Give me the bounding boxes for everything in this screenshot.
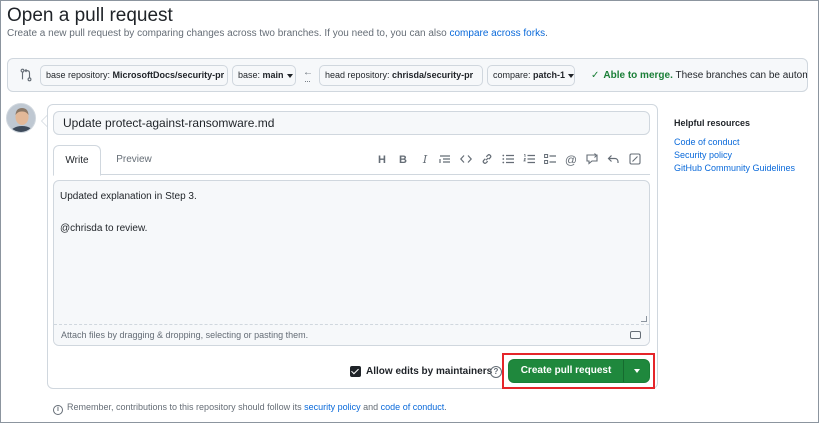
- chevron-down-icon[interactable]: [624, 360, 649, 382]
- base-repository-select[interactable]: base repository: MicrosoftDocs/security-…: [40, 65, 228, 86]
- head-repository-value: chrisda/security-pr: [392, 70, 474, 80]
- numbered-list-icon[interactable]: [521, 152, 537, 168]
- contribution-note-end: .: [444, 402, 447, 412]
- allow-edits-checkbox[interactable]: [350, 366, 361, 377]
- page-subtitle: Create a new pull request by comparing c…: [7, 28, 548, 39]
- create-pull-request-button[interactable]: Create pull request: [509, 360, 623, 382]
- quote-icon[interactable]: [437, 152, 453, 168]
- chevron-down-icon: [286, 73, 293, 78]
- helpful-resources-heading: Helpful resources: [674, 118, 751, 128]
- merge-status-ok: Able to merge.: [603, 70, 673, 81]
- allow-edits-label[interactable]: Allow edits by maintainers: [366, 365, 492, 379]
- reply-icon[interactable]: [605, 152, 621, 168]
- base-branch-label: base:: [238, 70, 263, 80]
- task-list-icon[interactable]: [542, 152, 558, 168]
- link-icon[interactable]: [479, 152, 495, 168]
- ellipsis-icon: ···: [304, 76, 311, 86]
- comment-body-editor[interactable]: Updated explanation in Step 3. @chrisda …: [53, 180, 650, 346]
- merge-status: ✓ Able to merge. These branches can be au…: [591, 70, 807, 81]
- branch-compare-bar: base repository: MicrosoftDocs/security-…: [7, 58, 808, 92]
- pr-title-input[interactable]: [53, 111, 650, 135]
- avatar[interactable]: [6, 103, 36, 133]
- comment-body-text[interactable]: Updated explanation in Step 3. @chrisda …: [60, 189, 197, 237]
- editor-tabs: Write Preview: [53, 145, 650, 176]
- head-repository-select[interactable]: head repository: chrisda/security-pr: [319, 65, 483, 86]
- subtitle-end: .: [545, 28, 548, 39]
- base-repository-label: base repository:: [46, 70, 113, 80]
- compare-branch-select[interactable]: compare: patch-1: [487, 65, 575, 86]
- resource-security-policy-link[interactable]: Security policy: [674, 149, 795, 162]
- create-pull-request-button-group: Create pull request: [508, 359, 650, 383]
- contribution-note: i Remember, contributions to this reposit…: [53, 402, 447, 415]
- italic-icon[interactable]: I: [417, 152, 433, 168]
- heading-icon[interactable]: H: [374, 152, 390, 168]
- code-of-conduct-link[interactable]: code of conduct: [381, 402, 445, 412]
- tab-divider: [53, 174, 650, 175]
- code-icon[interactable]: [458, 152, 474, 168]
- head-repository-label: head repository:: [325, 70, 393, 80]
- check-icon: ✓: [591, 70, 600, 81]
- compare-branch-value: patch-1: [533, 70, 566, 80]
- attach-files-text: Attach files by dragging & dropping, sel…: [61, 330, 309, 340]
- resize-handle[interactable]: [641, 316, 647, 322]
- tab-preview[interactable]: Preview: [109, 145, 159, 176]
- page-title: Open a pull request: [7, 5, 173, 26]
- bulleted-list-icon[interactable]: [500, 152, 516, 168]
- base-repository-value: MicrosoftDocs/security-pr: [112, 70, 225, 80]
- question-icon[interactable]: ?: [490, 366, 502, 378]
- compare-icon: [20, 68, 32, 82]
- tab-write[interactable]: Write: [53, 145, 101, 176]
- fullscreen-icon[interactable]: [627, 152, 643, 168]
- subtitle-text: Create a new pull request by comparing c…: [7, 28, 450, 39]
- base-branch-value: main: [262, 70, 284, 80]
- compare-branch-label: compare:: [493, 70, 534, 80]
- resource-community-guidelines-link[interactable]: GitHub Community Guidelines: [674, 162, 795, 175]
- info-icon: i: [53, 405, 63, 415]
- markdown-icon[interactable]: [630, 331, 641, 339]
- composer-pointer-fill: [42, 116, 47, 126]
- contribution-note-and: and: [360, 402, 381, 412]
- chevron-down-icon: [568, 73, 574, 78]
- base-branch-select[interactable]: base: main: [232, 65, 296, 86]
- merge-status-detail: These branches can be automatically merg…: [675, 70, 807, 81]
- resource-code-of-conduct-link[interactable]: Code of conduct: [674, 136, 795, 149]
- mention-icon[interactable]: @: [563, 152, 579, 168]
- security-policy-link[interactable]: security policy: [304, 402, 361, 412]
- reference-icon[interactable]: [584, 152, 600, 168]
- bold-icon[interactable]: B: [395, 152, 411, 168]
- compare-across-forks-link[interactable]: compare across forks: [449, 28, 545, 39]
- contribution-note-text: Remember, contributions to this reposito…: [67, 402, 305, 412]
- attach-files-bar[interactable]: Attach files by dragging & dropping, sel…: [54, 324, 649, 345]
- helpful-resources: Helpful resources Code of conduct Securi…: [674, 118, 795, 175]
